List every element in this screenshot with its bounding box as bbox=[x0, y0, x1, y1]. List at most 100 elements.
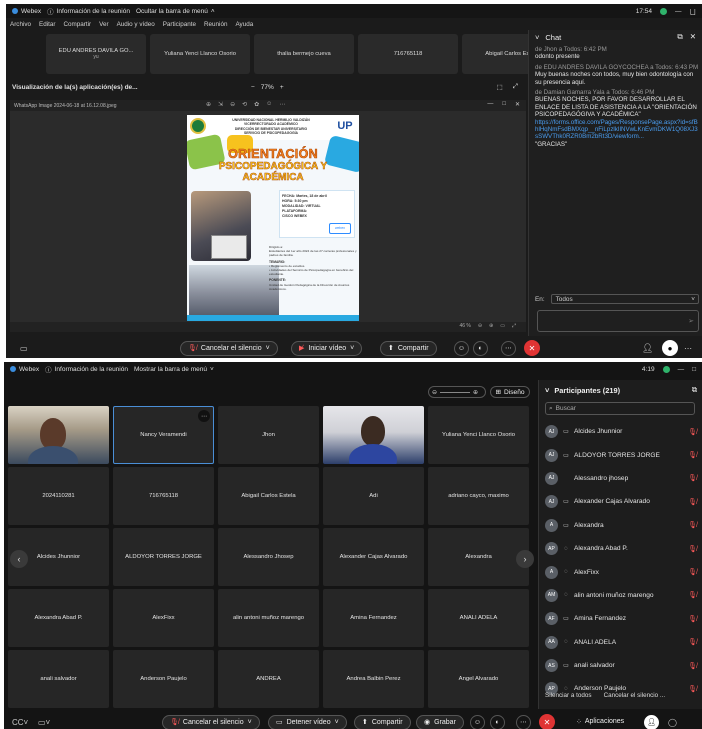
video-tile[interactable]: 716765118 bbox=[113, 467, 214, 525]
video-tile[interactable]: Andrea Balbin Perez bbox=[323, 650, 424, 708]
mic-muted-icon[interactable]: 🎙︎̸ bbox=[688, 521, 697, 529]
participant-row[interactable]: AJ Alessandro jhosep 🎙︎̸ bbox=[545, 467, 699, 490]
video-tile[interactable]: Alexander Cajas Alvarado bbox=[323, 528, 424, 586]
video-tile[interactable]: alin antoni muñoz marengo bbox=[218, 589, 319, 647]
more-options-button[interactable]: ⋯ bbox=[516, 714, 531, 729]
menu-editar[interactable]: Editar bbox=[39, 21, 55, 28]
leave-meeting-button[interactable]: ✕ bbox=[539, 714, 555, 729]
viewer-tool-icon[interactable]: ⟲ bbox=[242, 101, 247, 108]
menu-audio-video[interactable]: Audio y vídeo bbox=[117, 21, 155, 28]
participant-row[interactable]: AM ◌ alin antoni muñoz marengo 🎙︎̸ bbox=[545, 584, 699, 607]
participant-row[interactable]: A ◌ AlexFixx 🎙︎̸ bbox=[545, 560, 699, 583]
share-button[interactable]: ⬆ Compartir bbox=[380, 340, 437, 356]
fit-icon[interactable]: ▭ bbox=[500, 323, 505, 329]
fit-view-icon[interactable]: ⬚ bbox=[497, 83, 503, 91]
mic-muted-icon[interactable]: 🎙︎̸ bbox=[688, 474, 697, 482]
unmute-button[interactable]: 🎙︎̸ Cancelar el silencio ˅ bbox=[180, 340, 278, 356]
video-tile[interactable]: Jhon bbox=[218, 406, 319, 464]
participant-row[interactable]: AJ ▭ Alcides Jhunnior 🎙︎̸ bbox=[545, 420, 699, 443]
restore-button[interactable]: □ bbox=[692, 366, 696, 373]
video-tile[interactable]: 2024110281 bbox=[8, 467, 109, 525]
mic-muted-icon[interactable]: 🎙︎̸ bbox=[688, 545, 697, 553]
participant-thumbnail[interactable]: EDU ANDRES DAVILA GO... yu bbox=[46, 34, 146, 74]
menu-participante[interactable]: Participante bbox=[163, 21, 196, 28]
participant-row[interactable]: AJ ▭ Alexander Cajas Alvarado 🎙︎̸ bbox=[545, 490, 699, 513]
apps-button[interactable]: ⁘ Aplicaciones bbox=[576, 718, 624, 726]
video-tile[interactable]: Alessandro Jhosep bbox=[218, 528, 319, 586]
meeting-info-button[interactable]: ⓘ Información de la reunión bbox=[47, 6, 130, 17]
participants-search[interactable]: ⌕ Buscar bbox=[545, 402, 695, 415]
effects-button[interactable]: ◐ bbox=[473, 340, 488, 356]
mic-muted-icon[interactable]: 🎙︎̸ bbox=[688, 451, 697, 459]
restore-button[interactable]: ㄩ bbox=[690, 6, 697, 16]
layout-button[interactable]: ⊞ Diseño bbox=[490, 386, 530, 398]
popout-icon[interactable]: ⧉ bbox=[692, 385, 697, 395]
video-tile[interactable]: Amina Fernandez bbox=[323, 589, 424, 647]
attendance-link[interactable]: https://forms.office.com/Pages/ResponseP… bbox=[535, 119, 699, 141]
minimize-button[interactable]: — bbox=[675, 8, 682, 15]
video-tile[interactable]: Alexandra bbox=[428, 528, 529, 586]
video-tile[interactable]: adriano cayco, maximo bbox=[428, 467, 529, 525]
viewer-minimize-button[interactable]: — bbox=[487, 101, 493, 108]
participant-row[interactable]: AJ ▭ ALDOYOR TORRES JORGE 🎙︎̸ bbox=[545, 443, 699, 466]
video-tile[interactable]: Yuliana Yenci Llanco Osorio bbox=[428, 406, 529, 464]
viewer-more-icon[interactable]: ⋯ bbox=[279, 101, 285, 108]
captions-icon[interactable]: CC˅ bbox=[12, 718, 28, 727]
video-tile[interactable]: Abigail Carlos Estela bbox=[218, 467, 319, 525]
zoom-in-button[interactable]: + bbox=[280, 84, 284, 91]
video-tile[interactable]: ALDOYOR TORRES JORGE bbox=[113, 528, 214, 586]
chat-icon[interactable]: ● bbox=[662, 340, 678, 356]
participant-row[interactable]: A ▭ Alexandra 🎙︎̸ bbox=[545, 514, 699, 537]
unmute-all-button[interactable]: Cancelar el silencio ... bbox=[604, 692, 666, 699]
webex-app[interactable]: Webex bbox=[10, 366, 39, 373]
mic-muted-icon[interactable]: 🎙︎̸ bbox=[688, 428, 697, 436]
record-button[interactable]: ◉ Grabar bbox=[416, 714, 464, 729]
video-tile[interactable]: AlexFixx bbox=[113, 589, 214, 647]
menu-compartir[interactable]: Compartir bbox=[63, 21, 91, 28]
video-tile[interactable]: anali salvador bbox=[8, 650, 109, 708]
chevron-down-icon[interactable]: ˅ bbox=[545, 386, 549, 395]
reactions-button[interactable]: ☺ bbox=[470, 714, 485, 729]
closed-caption-icon[interactable]: ▭˅ bbox=[38, 718, 50, 727]
fullscreen-icon[interactable]: ⤢ bbox=[512, 323, 516, 329]
viewer-tool-icon[interactable]: ✿ bbox=[254, 101, 259, 108]
video-tile[interactable]: ANDREA bbox=[218, 650, 319, 708]
participant-row[interactable]: AP ◌ Alexandra Abad P. 🎙︎̸ bbox=[545, 537, 699, 560]
viewer-tool-icon[interactable]: ⇲ bbox=[218, 101, 223, 108]
close-icon[interactable]: ✕ bbox=[690, 32, 696, 42]
viewer-tool-icon[interactable]: ⊕ bbox=[206, 101, 211, 108]
viewer-tool-icon[interactable]: ☺ bbox=[266, 101, 272, 108]
meeting-info-button[interactable]: ⓘ Información de la reunión bbox=[45, 364, 128, 375]
more-icon[interactable]: ⋯ bbox=[684, 344, 692, 353]
next-page-button[interactable]: › bbox=[516, 550, 534, 568]
mic-muted-icon[interactable]: 🎙︎̸ bbox=[688, 591, 697, 599]
participant-thumbnail[interactable]: Yuliana Yenci Llanco Osorio bbox=[150, 34, 250, 74]
menu-reunion[interactable]: Reunión bbox=[204, 21, 227, 28]
mic-muted-icon[interactable]: 🎙︎̸ bbox=[688, 638, 697, 646]
video-tile-active-speaker[interactable]: Nancy Veramendi ⋯ bbox=[113, 406, 214, 464]
minimize-button[interactable]: — bbox=[678, 366, 685, 373]
mute-all-button[interactable]: Silenciar a todos bbox=[545, 692, 592, 699]
mic-muted-icon[interactable]: 🎙︎̸ bbox=[688, 615, 697, 623]
chat-icon[interactable]: ◯ bbox=[668, 718, 677, 727]
captions-icon[interactable]: ▭ bbox=[20, 344, 28, 353]
more-options-button[interactable]: ⋯ bbox=[501, 340, 516, 356]
popout-icon[interactable]: ⧉ bbox=[677, 32, 682, 42]
zoom-in-icon[interactable]: ⊕ bbox=[489, 323, 493, 329]
recipient-select[interactable]: Todos ˅ bbox=[550, 294, 699, 304]
viewer-close-button[interactable]: ✕ bbox=[515, 101, 520, 108]
participant-row[interactable]: AS ▭ anali salvador 🎙︎̸ bbox=[545, 654, 699, 677]
participant-row[interactable]: AA ◌ ANALI ADELA 🎙︎̸ bbox=[545, 631, 699, 654]
viewer-tool-icon[interactable]: ⊖ bbox=[230, 101, 235, 108]
reactions-button[interactable]: ☺ bbox=[454, 340, 469, 356]
webex-app[interactable]: Webex bbox=[12, 8, 41, 15]
video-tile[interactable]: Adi bbox=[323, 467, 424, 525]
participant-thumbnail[interactable]: 716765118 bbox=[358, 34, 458, 74]
hide-menu-button[interactable]: Ocultar la barra de menú ˄ bbox=[136, 8, 215, 15]
chat-input[interactable]: ➢ bbox=[537, 310, 699, 332]
video-tile[interactable]: Anderson Paujelo bbox=[113, 650, 214, 708]
video-tile[interactable] bbox=[323, 406, 424, 464]
menu-archivo[interactable]: Archivo bbox=[10, 21, 31, 28]
chevron-down-icon[interactable]: ˅ bbox=[535, 33, 539, 42]
participants-icon[interactable]: 👤︎ bbox=[642, 343, 653, 354]
